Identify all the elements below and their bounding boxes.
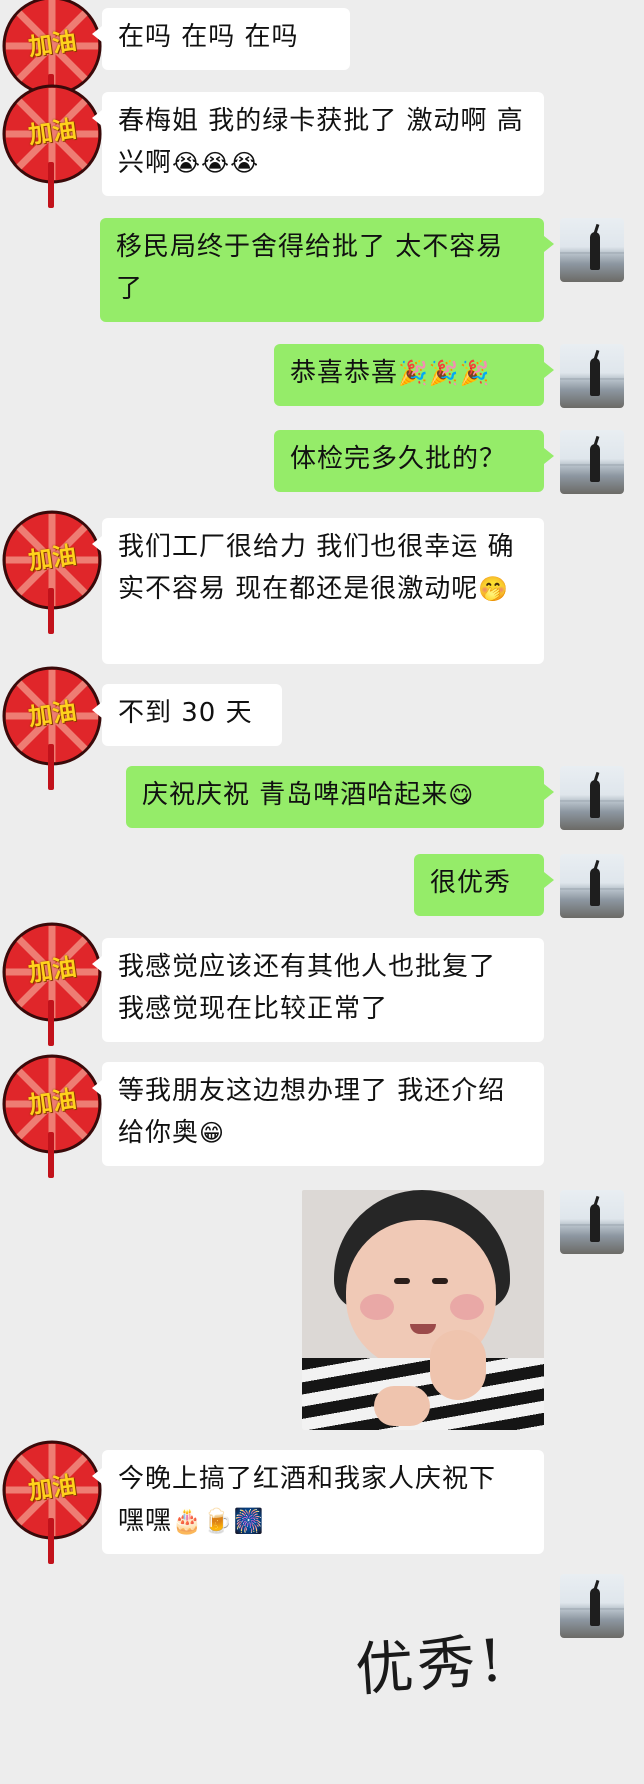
face-hand-over-mouth-icon: 🤭 xyxy=(478,575,510,603)
contact-avatar[interactable]: 加油 xyxy=(0,82,104,212)
message-bubble[interactable]: 移民局终于舍得给批了 太不容易了 xyxy=(100,218,554,322)
sticker-image[interactable] xyxy=(302,1190,544,1430)
my-avatar[interactable] xyxy=(560,218,624,282)
message-text: 我感觉应该还有其他人也批复了 我感觉现在比较正常了 xyxy=(118,952,497,1024)
hand-shape xyxy=(430,1330,486,1400)
message-text: 体检完多久批的？ xyxy=(290,444,507,474)
message-bubble[interactable]: 等我朋友这边想办理了 我还介绍给你奥😁 xyxy=(92,1062,544,1166)
message-bubble[interactable]: 我感觉应该还有其他人也批复了 我感觉现在比较正常了 xyxy=(92,938,544,1042)
message-bubble[interactable]: 我们工厂很给力 我们也很幸运 确实不容易 现在都还是很激动呢🤭 xyxy=(92,518,544,664)
message-text: 移民局终于舍得给批了 太不容易了 xyxy=(116,232,504,304)
message-bubble[interactable]: 体检完多久批的？ xyxy=(274,430,554,492)
message-text: 很优秀 xyxy=(430,868,512,898)
hand-shape xyxy=(374,1386,430,1426)
eye-shape xyxy=(394,1278,410,1284)
celebration-emoji-icon: 🎂🍺🎆 xyxy=(172,1507,265,1535)
contact-avatar[interactable]: 加油 xyxy=(0,920,104,1050)
crying-emoji-icon: 😭😭😭 xyxy=(172,149,260,177)
lollipop-stick xyxy=(48,588,54,634)
message-text: 恭喜恭喜 xyxy=(290,358,399,388)
my-avatar[interactable] xyxy=(560,854,624,918)
contact-avatar[interactable]: 加油 xyxy=(0,664,104,794)
contact-avatar[interactable]: 加油 xyxy=(0,1438,104,1568)
lollipop-stick xyxy=(48,162,54,208)
eye-shape xyxy=(432,1278,448,1284)
my-avatar[interactable] xyxy=(560,430,624,494)
contact-avatar[interactable]: 加油 xyxy=(0,508,104,638)
message-text: 等我朋友这边想办理了 我还介绍给你奥 xyxy=(118,1076,506,1148)
my-avatar[interactable] xyxy=(560,344,624,408)
lollipop-stick xyxy=(48,744,54,790)
my-avatar[interactable] xyxy=(560,766,624,830)
message-bubble[interactable]: 恭喜恭喜🎉🎉🎉 xyxy=(274,344,554,406)
message-text: 在吗 在吗 在吗 xyxy=(118,22,299,52)
lollipop-stick xyxy=(48,1518,54,1564)
lollipop-stick xyxy=(48,1132,54,1178)
message-bubble[interactable]: 不到 30 天 xyxy=(92,684,282,746)
message-bubble[interactable]: 在吗 在吗 在吗 xyxy=(92,8,350,70)
party-popper-icon: 🎉🎉🎉 xyxy=(398,359,491,387)
my-avatar[interactable] xyxy=(560,1574,624,1638)
message-bubble[interactable]: 很优秀 xyxy=(414,854,554,916)
lollipop-stick xyxy=(48,1000,54,1046)
cheek-shape xyxy=(360,1294,394,1320)
yum-face-icon: 😋 xyxy=(448,781,475,809)
message-bubble[interactable]: 今晚上搞了红酒和我家人庆祝下 嘿嘿🎂🍺🎆 xyxy=(92,1450,544,1554)
contact-avatar[interactable]: 加油 xyxy=(0,1052,104,1182)
message-text: 庆祝庆祝 青岛啤酒哈起来 xyxy=(142,780,449,810)
handwritten-note: 优秀! xyxy=(353,1625,509,1705)
message-bubble[interactable]: 春梅姐 我的绿卡获批了 激动啊 高兴啊😭😭😭 xyxy=(92,92,544,196)
grinning-face-icon: 😁 xyxy=(199,1119,226,1147)
message-bubble[interactable]: 庆祝庆祝 青岛啤酒哈起来😋 xyxy=(126,766,554,828)
my-avatar[interactable] xyxy=(560,1190,624,1254)
cheek-shape xyxy=(450,1294,484,1320)
message-text: 我们工厂很给力 我们也很幸运 确实不容易 现在都还是很激动呢 xyxy=(118,532,515,604)
message-text: 不到 30 天 xyxy=(118,698,253,728)
